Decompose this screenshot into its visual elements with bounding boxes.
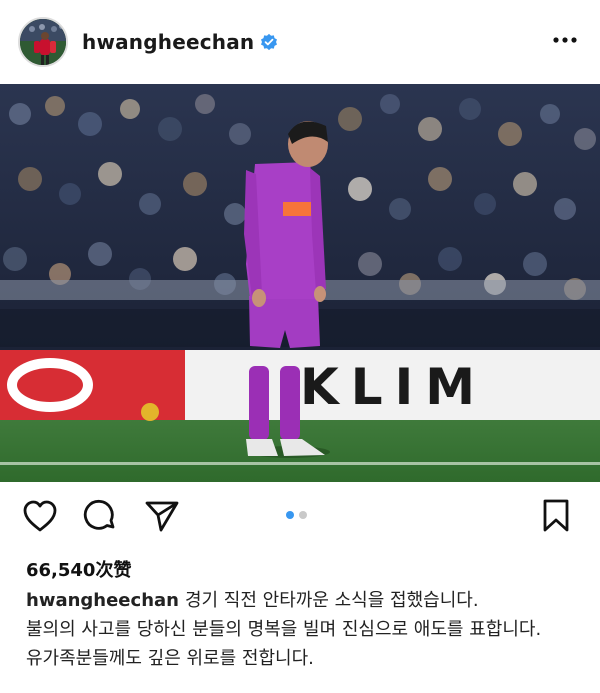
- caption-text-1: 경기 직전 안타까운 소식을 접했습니다.: [184, 590, 479, 611]
- caption-text-3: 유가족분들께도 깊은 위로를 전합니다.: [26, 648, 314, 669]
- carousel-dot-active: [286, 511, 294, 519]
- post-photo-graphic: KLIM: [0, 84, 600, 482]
- post-header: hwangheechan: [0, 0, 600, 84]
- bookmark-icon: [543, 499, 569, 532]
- carousel-indicator: [286, 511, 307, 519]
- comment-icon: [83, 499, 115, 530]
- profile-avatar[interactable]: [18, 17, 68, 67]
- likes-count[interactable]: 66,540次赞: [26, 556, 131, 582]
- comment-button[interactable]: [80, 496, 120, 536]
- caption-text-2: 불의의 사고를 당하신 분들의 명복을 빌며 진심으로 애도를 표합니다.: [26, 619, 542, 640]
- share-button[interactable]: [142, 496, 182, 536]
- svg-text:KLIM: KLIM: [300, 358, 487, 416]
- heart-icon: [23, 500, 57, 532]
- post-image[interactable]: KLIM: [0, 84, 600, 482]
- verified-badge-icon: [261, 33, 278, 51]
- send-icon: [145, 501, 179, 532]
- caption-line-1: hwangheechan 경기 직전 안타까운 소식을 접했습니다.: [26, 586, 586, 615]
- like-button[interactable]: [20, 496, 60, 536]
- carousel-dot: [299, 511, 307, 519]
- post-caption: hwangheechan 경기 직전 안타까운 소식을 접했습니다. 불의의 사고…: [26, 586, 586, 673]
- caption-username[interactable]: hwangheechan: [26, 590, 179, 611]
- header-username[interactable]: hwangheechan: [82, 30, 254, 54]
- save-button[interactable]: [536, 496, 576, 536]
- more-options-icon[interactable]: [552, 30, 578, 50]
